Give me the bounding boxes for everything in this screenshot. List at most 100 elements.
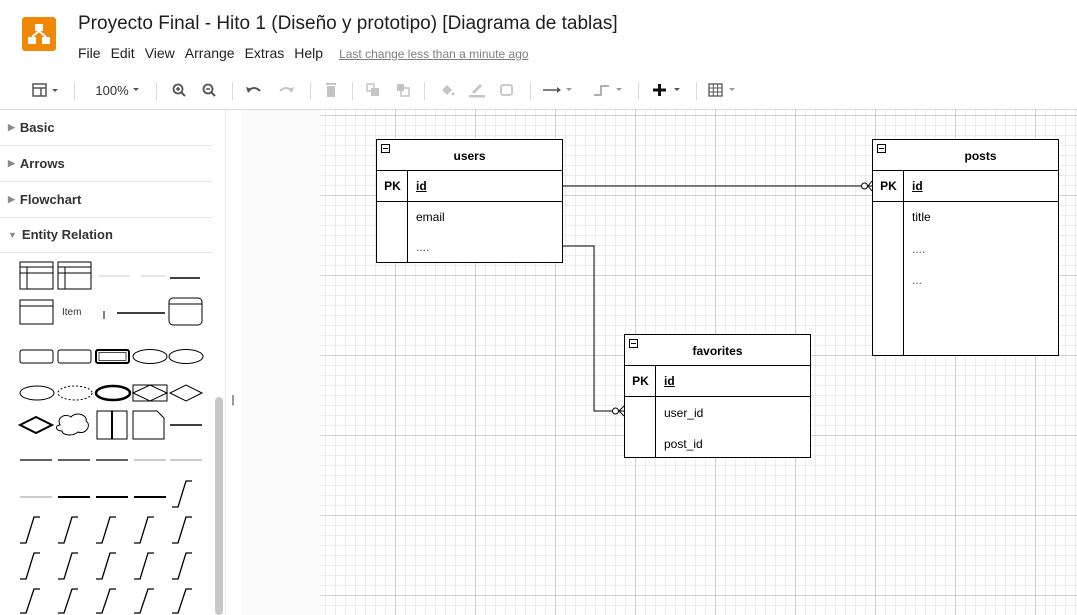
er-double-table-shape[interactable] xyxy=(96,410,128,440)
er-cloud-shape[interactable] xyxy=(56,413,89,436)
er-elbow-connector-5[interactable] xyxy=(134,516,154,544)
er-elbow-connector-2[interactable] xyxy=(20,516,40,544)
edge-users-posts[interactable] xyxy=(562,180,873,192)
shadow-button[interactable] xyxy=(494,70,520,110)
insert-button[interactable] xyxy=(648,70,688,110)
er-card-shape[interactable] xyxy=(168,297,203,326)
primary-key-row[interactable]: PK id xyxy=(377,171,562,202)
splitter-grip-icon[interactable]: || xyxy=(231,394,234,406)
sidebar-section-basic[interactable]: ▶ Basic xyxy=(0,110,212,146)
field-row[interactable]: email xyxy=(416,210,445,224)
toolbar-separator xyxy=(310,82,311,100)
sidebar-section-entity-relation[interactable]: ▼ Entity Relation xyxy=(0,217,212,253)
er-relationship-shape[interactable] xyxy=(168,384,204,402)
diagram-page[interactable]: users PK id email .... posts PK id title xyxy=(321,110,1077,615)
field-row[interactable]: title xyxy=(912,210,931,224)
undo-button[interactable] xyxy=(240,70,268,110)
er-elbow-connector-1[interactable] xyxy=(172,480,192,508)
connection-style-button[interactable] xyxy=(538,70,578,110)
table-header[interactable]: favorites xyxy=(625,335,810,366)
drawio-logo[interactable] xyxy=(22,17,56,51)
line-color-button[interactable] xyxy=(464,70,490,110)
field-row[interactable]: ... xyxy=(912,273,922,287)
er-elbow-connector-13[interactable] xyxy=(58,588,78,614)
shape-palette xyxy=(17,261,204,614)
section-label: Basic xyxy=(19,120,55,135)
er-note-shape[interactable] xyxy=(132,410,165,440)
primary-key-row[interactable]: PK id xyxy=(873,171,1058,202)
table-posts[interactable]: posts PK id title .... ... xyxy=(872,139,1059,356)
shapes-sidebar: ▶ Basic ▶ Arrows ▶ Flowchart ▼ Entity Relati… xyxy=(0,110,226,615)
er-elbow-connector-12[interactable] xyxy=(20,588,40,614)
er-attribute-ellipse-shape[interactable] xyxy=(132,349,168,364)
menu-file[interactable]: File xyxy=(78,45,101,61)
er-list-shape[interactable] xyxy=(19,299,54,325)
field-row[interactable]: .... xyxy=(416,240,429,254)
to-back-button[interactable] xyxy=(390,70,416,110)
table-header[interactable]: users xyxy=(377,140,562,171)
er-derived-attribute-shape[interactable] xyxy=(19,385,55,401)
section-label: Entity Relation xyxy=(21,227,113,242)
er-elbow-connector-3[interactable] xyxy=(58,516,78,544)
table-name: posts xyxy=(964,149,997,163)
er-dashed-attribute-shape[interactable] xyxy=(57,385,93,401)
zoom-select[interactable]: 100% xyxy=(86,70,152,110)
er-multivalue-attribute-shape[interactable] xyxy=(94,384,132,402)
er-associative-entity-shape[interactable] xyxy=(131,384,169,402)
er-elbow-connector-7[interactable] xyxy=(20,552,40,580)
table-button[interactable] xyxy=(704,70,744,110)
table-users[interactable]: users PK id email .... xyxy=(376,139,563,263)
table-header[interactable]: posts xyxy=(873,140,1058,171)
er-elbow-connector-9[interactable] xyxy=(96,552,116,580)
zoom-in-button[interactable] xyxy=(166,70,192,110)
er-elbow-connector-16[interactable] xyxy=(172,588,192,614)
er-elbow-connector-6[interactable] xyxy=(172,516,192,544)
er-elbow-connector-4[interactable] xyxy=(96,516,116,544)
waypoints-button[interactable] xyxy=(588,70,628,110)
menu-bar: File Edit View Arrange Extras Help Last … xyxy=(78,45,529,61)
fill-color-button[interactable] xyxy=(434,70,460,110)
table-favorites[interactable]: favorites PK id user_id post_id xyxy=(624,334,811,458)
redo-icon xyxy=(279,87,294,93)
redo-button[interactable] xyxy=(272,70,300,110)
er-table-shape-2[interactable] xyxy=(57,261,92,290)
menu-extras[interactable]: Extras xyxy=(245,45,285,61)
er-key-attribute-ellipse-shape[interactable] xyxy=(168,349,204,364)
sidebar-splitter[interactable] xyxy=(226,110,241,615)
field-row[interactable]: .... xyxy=(912,242,925,256)
primary-key-row[interactable]: PK id xyxy=(625,366,810,397)
er-identifying-relationship-shape[interactable] xyxy=(17,415,55,435)
diagram-canvas[interactable]: users PK id email .... posts PK id title xyxy=(241,110,1077,615)
er-table-shape[interactable] xyxy=(19,261,54,290)
zoom-out-button[interactable] xyxy=(196,70,222,110)
view-panels-button[interactable] xyxy=(26,70,66,110)
collapse-icon[interactable] xyxy=(877,144,886,153)
er-elbow-connector-15[interactable] xyxy=(134,588,154,614)
document-title[interactable]: Proyecto Final - Hito 1 (Diseño y protot… xyxy=(78,13,618,35)
er-elbow-connector-11[interactable] xyxy=(172,552,192,580)
er-weak-entity-shape[interactable] xyxy=(95,349,130,364)
insert-icon xyxy=(653,84,680,96)
pk-divider xyxy=(655,366,656,397)
edge-users-favorites[interactable] xyxy=(562,245,625,417)
er-elbow-connector-10[interactable] xyxy=(134,552,154,580)
field-row[interactable]: post_id xyxy=(664,437,703,451)
menu-edit[interactable]: Edit xyxy=(111,45,135,61)
menu-help[interactable]: Help xyxy=(294,45,323,61)
er-entity-shape-2[interactable] xyxy=(57,349,92,364)
sidebar-scrollbar-thumb[interactable] xyxy=(215,397,223,615)
er-elbow-connector-8[interactable] xyxy=(58,552,78,580)
delete-button[interactable] xyxy=(318,70,344,110)
er-elbow-connector-14[interactable] xyxy=(96,588,116,614)
menu-view[interactable]: View xyxy=(145,45,175,61)
sidebar-section-arrows[interactable]: ▶ Arrows xyxy=(0,146,212,182)
to-back-icon xyxy=(397,84,410,97)
menu-arrange[interactable]: Arrange xyxy=(185,45,235,61)
er-entity-shape[interactable] xyxy=(19,349,54,364)
key-column-divider xyxy=(655,397,656,457)
last-change-link[interactable]: Last change less than a minute ago xyxy=(339,47,528,61)
table-name: users xyxy=(453,149,486,163)
sidebar-section-flowchart[interactable]: ▶ Flowchart xyxy=(0,182,212,218)
to-front-button[interactable] xyxy=(360,70,386,110)
field-row[interactable]: user_id xyxy=(664,406,703,420)
